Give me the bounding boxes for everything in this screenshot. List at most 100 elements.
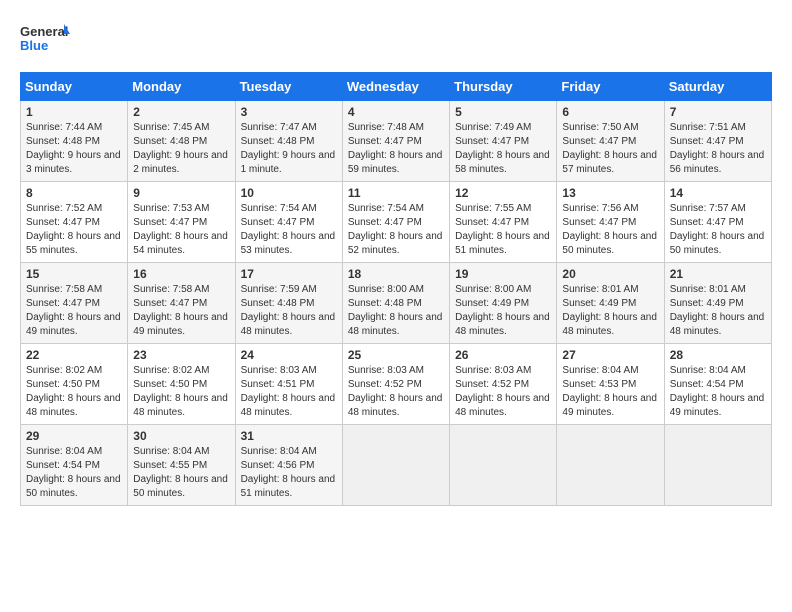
day-info: Sunrise: 8:02 AMSunset: 4:50 PMDaylight:… <box>26 364 122 420</box>
calendar-week-row: 22Sunrise: 8:02 AMSunset: 4:50 PMDayligh… <box>21 344 772 425</box>
calendar-day-cell: 29 Sunrise: 8:04 AMSunset: 4:54 PMDayligh… <box>21 425 128 506</box>
day-number: 25 <box>348 348 444 362</box>
day-number: 20 <box>562 267 658 281</box>
calendar-day-cell: 5Sunrise: 7:49 AMSunset: 4:47 PMDaylight… <box>450 101 557 182</box>
day-number: 14 <box>670 186 766 200</box>
day-number: 10 <box>241 186 337 200</box>
day-info: Sunrise: 8:04 AMSunset: 4:54 PMDaylight:… <box>670 364 766 420</box>
day-number: 8 <box>26 186 122 200</box>
day-number: 6 <box>562 105 658 119</box>
header: General Blue <box>20 20 772 62</box>
calendar-day-cell <box>342 425 449 506</box>
calendar-day-cell: 3 Sunrise: 7:47 AMSunset: 4:48 PMDaylight… <box>235 101 342 182</box>
day-info: Sunrise: 8:04 AMSunset: 4:56 PMDaylight:… <box>241 445 337 501</box>
calendar-day-cell: 30 Sunrise: 8:04 AMSunset: 4:55 PMDayligh… <box>128 425 235 506</box>
weekday-header: Saturday <box>664 73 771 101</box>
day-info: Sunrise: 8:03 AMSunset: 4:52 PMDaylight:… <box>348 364 444 420</box>
calendar-day-cell: 8 Sunrise: 7:52 AMSunset: 4:47 PMDaylight… <box>21 182 128 263</box>
day-number: 13 <box>562 186 658 200</box>
day-info: Sunrise: 8:04 AMSunset: 4:54 PMDaylight:… <box>26 445 122 501</box>
svg-text:General: General <box>20 24 68 39</box>
calendar-week-row: 29 Sunrise: 8:04 AMSunset: 4:54 PMDayligh… <box>21 425 772 506</box>
day-info: Sunrise: 7:59 AMSunset: 4:48 PMDaylight:… <box>241 283 337 339</box>
day-number: 29 <box>26 429 122 443</box>
day-info: Sunrise: 7:52 AMSunset: 4:47 PMDaylight:… <box>26 202 122 258</box>
day-info: Sunrise: 7:55 AMSunset: 4:47 PMDaylight:… <box>455 202 551 258</box>
day-number: 30 <box>133 429 229 443</box>
day-number: 7 <box>670 105 766 119</box>
calendar-day-cell <box>664 425 771 506</box>
calendar-day-cell: 14 Sunrise: 7:57 AMSunset: 4:47 PMDayligh… <box>664 182 771 263</box>
day-number: 31 <box>241 429 337 443</box>
calendar-day-cell: 11Sunrise: 7:54 AMSunset: 4:47 PMDayligh… <box>342 182 449 263</box>
day-info: Sunrise: 7:50 AMSunset: 4:47 PMDaylight:… <box>562 121 658 177</box>
calendar-day-cell: 1Sunrise: 7:44 AMSunset: 4:48 PMDaylight… <box>21 101 128 182</box>
weekday-header: Thursday <box>450 73 557 101</box>
day-info: Sunrise: 8:03 AMSunset: 4:52 PMDaylight:… <box>455 364 551 420</box>
calendar-day-cell <box>557 425 664 506</box>
day-info: Sunrise: 8:02 AMSunset: 4:50 PMDaylight:… <box>133 364 229 420</box>
calendar-day-cell: 18Sunrise: 8:00 AMSunset: 4:48 PMDayligh… <box>342 263 449 344</box>
calendar-week-row: 1Sunrise: 7:44 AMSunset: 4:48 PMDaylight… <box>21 101 772 182</box>
day-number: 23 <box>133 348 229 362</box>
calendar-day-cell: 31 Sunrise: 8:04 AMSunset: 4:56 PMDayligh… <box>235 425 342 506</box>
calendar-week-row: 8 Sunrise: 7:52 AMSunset: 4:47 PMDaylight… <box>21 182 772 263</box>
weekday-header: Monday <box>128 73 235 101</box>
day-info: Sunrise: 7:48 AMSunset: 4:47 PMDaylight:… <box>348 121 444 177</box>
day-info: Sunrise: 7:58 AMSunset: 4:47 PMDaylight:… <box>26 283 122 339</box>
day-number: 9 <box>133 186 229 200</box>
weekday-header: Wednesday <box>342 73 449 101</box>
day-info: Sunrise: 7:54 AMSunset: 4:47 PMDaylight:… <box>241 202 337 258</box>
day-number: 11 <box>348 186 444 200</box>
logo-svg: General Blue <box>20 20 70 62</box>
day-info: Sunrise: 7:57 AMSunset: 4:47 PMDaylight:… <box>670 202 766 258</box>
calendar-day-cell: 10 Sunrise: 7:54 AMSunset: 4:47 PMDayligh… <box>235 182 342 263</box>
logo: General Blue <box>20 20 70 62</box>
day-info: Sunrise: 7:56 AMSunset: 4:47 PMDaylight:… <box>562 202 658 258</box>
calendar-day-cell: 13 Sunrise: 7:56 AMSunset: 4:47 PMDayligh… <box>557 182 664 263</box>
day-info: Sunrise: 7:47 AMSunset: 4:48 PMDaylight:… <box>241 121 337 177</box>
day-number: 1 <box>26 105 122 119</box>
day-info: Sunrise: 7:58 AMSunset: 4:47 PMDaylight:… <box>133 283 229 339</box>
calendar-week-row: 15 Sunrise: 7:58 AMSunset: 4:47 PMDayligh… <box>21 263 772 344</box>
calendar-day-cell: 15 Sunrise: 7:58 AMSunset: 4:47 PMDayligh… <box>21 263 128 344</box>
calendar-day-cell: 21 Sunrise: 8:01 AMSunset: 4:49 PMDayligh… <box>664 263 771 344</box>
day-number: 28 <box>670 348 766 362</box>
calendar-table: SundayMondayTuesdayWednesdayThursdayFrid… <box>20 72 772 506</box>
day-number: 26 <box>455 348 551 362</box>
day-info: Sunrise: 7:49 AMSunset: 4:47 PMDaylight:… <box>455 121 551 177</box>
day-info: Sunrise: 8:00 AMSunset: 4:49 PMDaylight:… <box>455 283 551 339</box>
weekday-header: Tuesday <box>235 73 342 101</box>
day-info: Sunrise: 8:00 AMSunset: 4:48 PMDaylight:… <box>348 283 444 339</box>
calendar-day-cell: 27Sunrise: 8:04 AMSunset: 4:53 PMDayligh… <box>557 344 664 425</box>
day-number: 21 <box>670 267 766 281</box>
day-info: Sunrise: 8:01 AMSunset: 4:49 PMDaylight:… <box>562 283 658 339</box>
calendar-day-cell: 20 Sunrise: 8:01 AMSunset: 4:49 PMDayligh… <box>557 263 664 344</box>
day-number: 15 <box>26 267 122 281</box>
calendar-day-cell: 2 Sunrise: 7:45 AMSunset: 4:48 PMDaylight… <box>128 101 235 182</box>
calendar-day-cell: 4Sunrise: 7:48 AMSunset: 4:47 PMDaylight… <box>342 101 449 182</box>
day-number: 3 <box>241 105 337 119</box>
day-number: 24 <box>241 348 337 362</box>
calendar-day-cell: 9 Sunrise: 7:53 AMSunset: 4:47 PMDaylight… <box>128 182 235 263</box>
day-info: Sunrise: 7:53 AMSunset: 4:47 PMDaylight:… <box>133 202 229 258</box>
day-number: 2 <box>133 105 229 119</box>
header-row: SundayMondayTuesdayWednesdayThursdayFrid… <box>21 73 772 101</box>
day-number: 16 <box>133 267 229 281</box>
calendar-day-cell: 6 Sunrise: 7:50 AMSunset: 4:47 PMDaylight… <box>557 101 664 182</box>
day-number: 27 <box>562 348 658 362</box>
calendar-day-cell: 16 Sunrise: 7:58 AMSunset: 4:47 PMDayligh… <box>128 263 235 344</box>
day-number: 19 <box>455 267 551 281</box>
day-info: Sunrise: 8:04 AMSunset: 4:55 PMDaylight:… <box>133 445 229 501</box>
day-info: Sunrise: 8:01 AMSunset: 4:49 PMDaylight:… <box>670 283 766 339</box>
calendar-day-cell <box>450 425 557 506</box>
day-number: 17 <box>241 267 337 281</box>
svg-text:Blue: Blue <box>20 38 48 53</box>
calendar-day-cell: 25 Sunrise: 8:03 AMSunset: 4:52 PMDayligh… <box>342 344 449 425</box>
calendar-day-cell: 24 Sunrise: 8:03 AMSunset: 4:51 PMDayligh… <box>235 344 342 425</box>
day-info: Sunrise: 7:51 AMSunset: 4:47 PMDaylight:… <box>670 121 766 177</box>
day-info: Sunrise: 8:03 AMSunset: 4:51 PMDaylight:… <box>241 364 337 420</box>
weekday-header: Sunday <box>21 73 128 101</box>
calendar-day-cell: 12Sunrise: 7:55 AMSunset: 4:47 PMDayligh… <box>450 182 557 263</box>
day-info: Sunrise: 7:45 AMSunset: 4:48 PMDaylight:… <box>133 121 229 177</box>
